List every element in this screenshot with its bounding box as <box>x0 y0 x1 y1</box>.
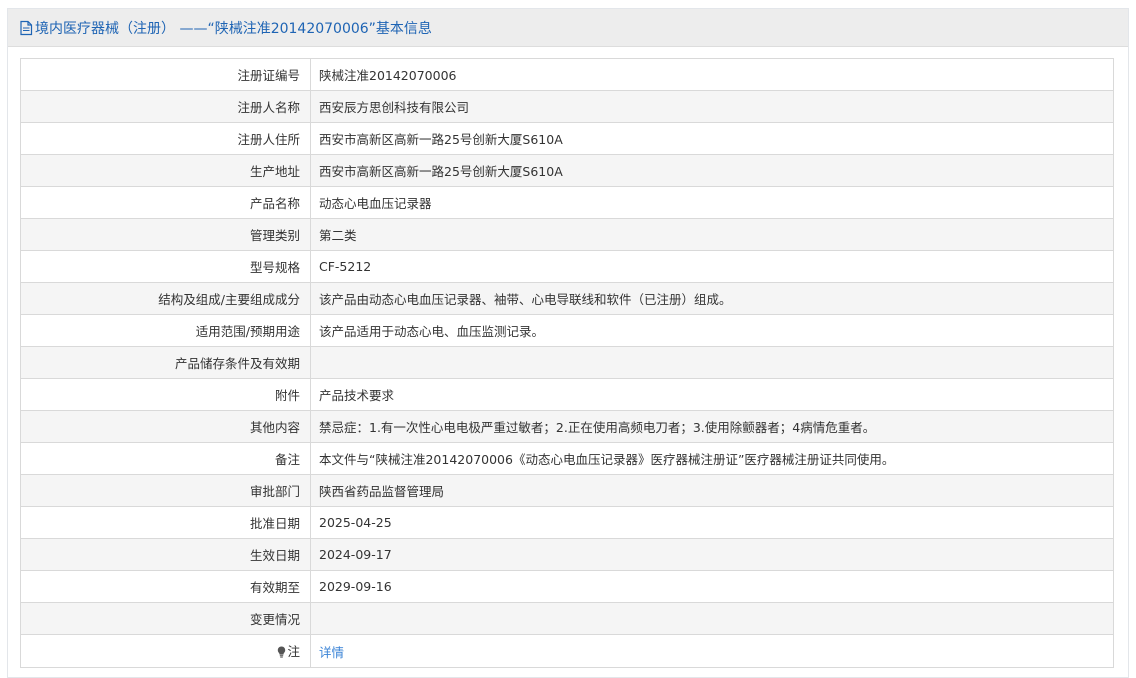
row-label: 备注 <box>20 442 311 475</box>
table-row: 附件 产品技术要求 <box>20 378 1114 411</box>
row-value: 本文件与“陕械注准20142070006《动态心电血压记录器》医疗器械注册证”医… <box>310 442 1114 475</box>
row-value: 动态心电血压记录器 <box>310 186 1114 219</box>
row-value: CF-5212 <box>310 250 1114 283</box>
table-row: 适用范围/预期用途 该产品适用于动态心电、血压监测记录。 <box>20 314 1114 347</box>
table-row: 其他内容 禁忌症：1.有一次性心电电极严重过敏者；2.正在使用高频电刀者；3.使用… <box>20 410 1114 443</box>
row-label: 其他内容 <box>20 410 311 443</box>
row-value: 陕西省药品监督管理局 <box>310 474 1114 507</box>
table-row: 注册人住所 西安市高新区高新一路25号创新大厦S610A <box>20 122 1114 155</box>
table-row: 生产地址 西安市高新区高新一路25号创新大厦S610A <box>20 154 1114 187</box>
row-value-note: 详情 <box>310 634 1114 668</box>
table-row: 备注 本文件与“陕械注准20142070006《动态心电血压记录器》医疗器械注册证… <box>20 442 1114 475</box>
row-label: 生产地址 <box>20 154 311 187</box>
row-value: 该产品由动态心电血压记录器、袖带、心电导联线和软件（已注册）组成。 <box>310 282 1114 315</box>
row-label: 变更情况 <box>20 602 311 635</box>
info-table: 注册证编号 陕械注准20142070006 注册人名称 西安辰方思创科技有限公司 注册人… <box>20 58 1114 668</box>
document-icon <box>19 20 33 36</box>
table-row: 生效日期 2024-09-17 <box>20 538 1114 571</box>
note-label: 注 <box>287 644 300 659</box>
table-row: 批准日期 2025-04-25 <box>20 506 1114 539</box>
row-value: 禁忌症：1.有一次性心电电极严重过敏者；2.正在使用高频电刀者；3.使用除颤器者… <box>310 410 1114 443</box>
row-value: 西安辰方思创科技有限公司 <box>310 90 1114 123</box>
row-value: 产品技术要求 <box>310 378 1114 411</box>
row-label: 管理类别 <box>20 218 311 251</box>
row-label: 有效期至 <box>20 570 311 603</box>
page-title: 境内医疗器械（注册） ——“陕械注准20142070006”基本信息 <box>35 20 432 37</box>
details-link[interactable]: 详情 <box>319 645 344 660</box>
panel-header: 境内医疗器械（注册） ——“陕械注准20142070006”基本信息 <box>8 9 1128 47</box>
table-row: 产品名称 动态心电血压记录器 <box>20 186 1114 219</box>
row-label: 注册人住所 <box>20 122 311 155</box>
row-label: 批准日期 <box>20 506 311 539</box>
table-row-note: 注 详情 <box>20 634 1114 668</box>
table-row: 有效期至 2029-09-16 <box>20 570 1114 603</box>
row-value: 西安市高新区高新一路25号创新大厦S610A <box>310 154 1114 187</box>
row-label-note: 注 <box>20 634 311 668</box>
row-label: 产品名称 <box>20 186 311 219</box>
table-row: 产品储存条件及有效期 <box>20 346 1114 379</box>
row-label: 结构及组成/主要组成成分 <box>20 282 311 315</box>
row-value: 第二类 <box>310 218 1114 251</box>
row-value: 西安市高新区高新一路25号创新大厦S610A <box>310 122 1114 155</box>
table-row: 结构及组成/主要组成成分 该产品由动态心电血压记录器、袖带、心电导联线和软件（已注… <box>20 282 1114 315</box>
row-value <box>310 346 1114 379</box>
table-row: 变更情况 <box>20 602 1114 635</box>
row-label: 注册人名称 <box>20 90 311 123</box>
row-label: 注册证编号 <box>20 58 311 91</box>
row-label: 适用范围/预期用途 <box>20 314 311 347</box>
row-value <box>310 602 1114 635</box>
row-value: 2029-09-16 <box>310 570 1114 603</box>
table-row: 注册人名称 西安辰方思创科技有限公司 <box>20 90 1114 123</box>
row-label: 附件 <box>20 378 311 411</box>
table-row: 管理类别 第二类 <box>20 218 1114 251</box>
info-panel: 境内医疗器械（注册） ——“陕械注准20142070006”基本信息 注册证编号… <box>7 8 1129 678</box>
table-row: 审批部门 陕西省药品监督管理局 <box>20 474 1114 507</box>
table-row: 注册证编号 陕械注准20142070006 <box>20 58 1114 91</box>
row-value: 2024-09-17 <box>310 538 1114 571</box>
lightbulb-icon <box>277 646 286 661</box>
table-row: 型号规格 CF-5212 <box>20 250 1114 283</box>
row-label: 产品储存条件及有效期 <box>20 346 311 379</box>
row-label: 生效日期 <box>20 538 311 571</box>
row-value: 2025-04-25 <box>310 506 1114 539</box>
row-label: 型号规格 <box>20 250 311 283</box>
row-label: 审批部门 <box>20 474 311 507</box>
row-value: 该产品适用于动态心电、血压监测记录。 <box>310 314 1114 347</box>
row-value: 陕械注准20142070006 <box>310 58 1114 91</box>
